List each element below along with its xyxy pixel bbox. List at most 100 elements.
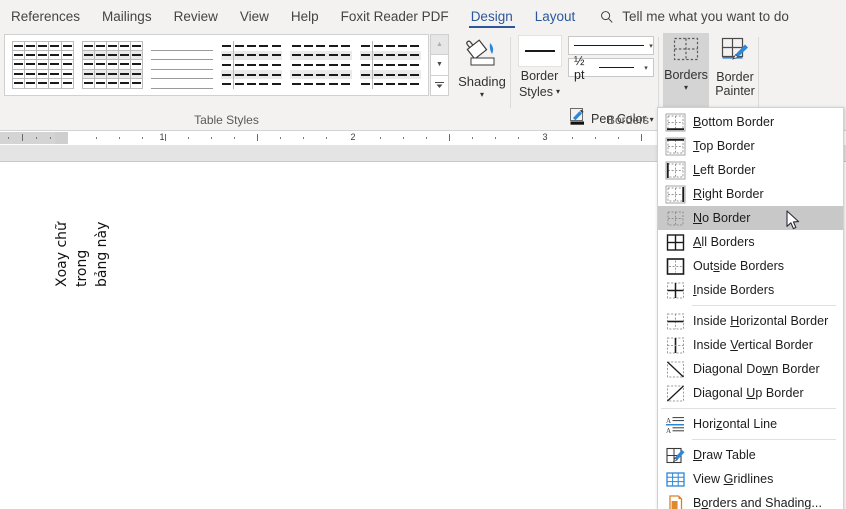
table-styles-gallery[interactable] [4,34,429,96]
inside-vertical-border-icon [661,334,689,356]
menu-item-label: Diagonal Up Border [689,386,804,400]
rotated-text-line-3: bảng này [93,222,112,287]
tell-me-box[interactable]: Tell me what you want to do [586,9,789,31]
menu-item-label: All Borders [689,235,755,249]
gallery-scroll-down-button[interactable]: ▼ [430,54,449,74]
ruler-number-3: 3 [542,132,547,142]
menu-item-inside-vertical-border[interactable]: Inside Vertical Border [658,333,843,357]
rotated-text-line-2: trong [73,250,92,287]
paint-bucket-icon [465,39,499,74]
line-style-dropdown[interactable]: ▾ [568,36,654,55]
borders-icon [672,37,700,68]
table-style-thumb-5[interactable] [290,41,351,89]
menu-item-bottom-border[interactable]: Bottom Border [658,110,843,134]
borders-button-label: Borders [664,68,708,82]
left-border-icon [661,159,689,181]
menu-item-label: Borders and Shading... [689,496,822,509]
menu-item-top-border[interactable]: Top Border [658,134,843,158]
ruler-number-1: 1 [159,132,164,142]
menu-item-label: Bottom Border [689,115,774,129]
menu-item-diagonal-up-border[interactable]: Diagonal Up Border [658,381,843,405]
gallery-more-button[interactable] [430,75,449,96]
menu-item-label: Inside Horizontal Border [689,314,828,328]
tell-me-label: Tell me what you want to do [622,9,789,24]
group-borders: Border Styles ▾ ▾ ½ pt ▾ [511,31,659,130]
menu-item-inside-horizontal-border[interactable]: Inside Horizontal Border [658,309,843,333]
gallery-scroll-buttons: ▲ ▼ [430,34,449,96]
table-style-thumb-1[interactable] [12,41,74,89]
outside-borders-icon [661,255,689,277]
border-styles-button[interactable]: Border Styles ▾ [515,35,564,99]
menu-separator [692,305,836,306]
menu-item-label: Draw Table [689,448,756,462]
menu-item-borders-and-shading[interactable]: Borders and Shading... [658,491,843,509]
chevron-down-icon[interactable]: ▾ [639,64,653,72]
table-style-thumb-4[interactable] [221,41,282,89]
menu-item-inside-borders[interactable]: Inside Borders [658,278,843,302]
border-styles-label-line1: Border [521,69,559,83]
menu-item-label: No Border [689,211,750,225]
menu-item-label: Diagonal Down Border [689,362,820,376]
menu-item-draw-table[interactable]: Draw Table [658,443,843,467]
chevron-down-icon[interactable]: ▾ [649,42,653,50]
tab-references[interactable]: References [0,9,91,31]
inside-horizontal-border-icon [661,310,689,332]
border-painter-button[interactable]: Border Painter [711,33,759,111]
menu-item-no-border[interactable]: No Border [658,206,843,230]
group-table-styles: ▲ ▼ Table Styles [0,31,453,130]
menu-item-label: Inside Borders [689,283,774,297]
border-styles-label-line2: Styles [519,85,553,99]
top-border-icon [661,135,689,157]
menu-item-label: Left Border [689,163,755,177]
table-style-thumb-2[interactable] [82,41,144,89]
gallery-scroll-up-button[interactable]: ▲ [430,34,449,54]
view-gridlines-icon [661,468,689,490]
menu-item-horizontal-line[interactable]: A A Horizontal Line [658,412,843,436]
ribbon-tab-bar: References Mailings Review View Help Fox… [0,0,846,31]
shading-button[interactable]: Shading ▾ [453,31,511,99]
mouse-pointer [786,210,802,237]
chevron-down-icon[interactable]: ▾ [684,83,688,92]
solid-line-icon [574,45,644,46]
menu-item-outside-borders[interactable]: Outside Borders [658,254,843,278]
tab-design[interactable]: Design [460,9,524,31]
border-painter-icon [720,37,750,70]
line-weight-dropdown[interactable]: ½ pt ▾ [568,58,654,77]
table-style-thumb-3[interactable] [151,41,212,89]
menu-item-all-borders[interactable]: All Borders [658,230,843,254]
svg-text:A: A [666,427,671,434]
tab-help[interactable]: Help [280,9,330,31]
ruler-tab-selector[interactable] [55,132,68,144]
chevron-down-icon[interactable]: ▾ [480,90,484,99]
tab-review[interactable]: Review [163,9,229,31]
word-window: References Mailings Review View Help Fox… [0,0,846,509]
menu-item-diagonal-down-border[interactable]: Diagonal Down Border [658,357,843,381]
group-divider [758,37,759,108]
tab-foxit-reader-pdf[interactable]: Foxit Reader PDF [330,9,460,31]
group-label-table-styles: Table Styles [0,113,453,127]
all-borders-icon [661,231,689,253]
menu-item-label: Inside Vertical Border [689,338,813,352]
menu-item-view-gridlines[interactable]: View Gridlines [658,467,843,491]
line-weight-value: ½ pt [574,54,594,82]
tab-mailings[interactable]: Mailings [91,9,163,31]
table-style-thumb-6[interactable] [360,41,421,89]
tab-layout[interactable]: Layout [524,9,587,31]
diagonal-up-border-icon [661,382,689,404]
rotated-text-line-1: Xoay chữ [53,222,72,287]
right-border-icon [661,183,689,205]
menu-item-label: Right Border [689,187,764,201]
svg-text:A: A [666,417,671,425]
menu-item-left-border[interactable]: Left Border [658,158,843,182]
border-painter-label-line1: Border [716,70,754,84]
borders-button[interactable]: Borders ▾ [663,33,709,111]
horizontal-line-icon: A A [661,413,689,435]
menu-item-right-border[interactable]: Right Border [658,182,843,206]
diagonal-down-border-icon [661,358,689,380]
borders-and-shading-icon [661,492,689,509]
bottom-border-icon [661,111,689,133]
group-label-borders: Borders [511,113,659,127]
tab-view[interactable]: View [229,9,280,31]
chevron-down-icon[interactable]: ▾ [556,85,560,99]
inside-borders-icon [661,279,689,301]
